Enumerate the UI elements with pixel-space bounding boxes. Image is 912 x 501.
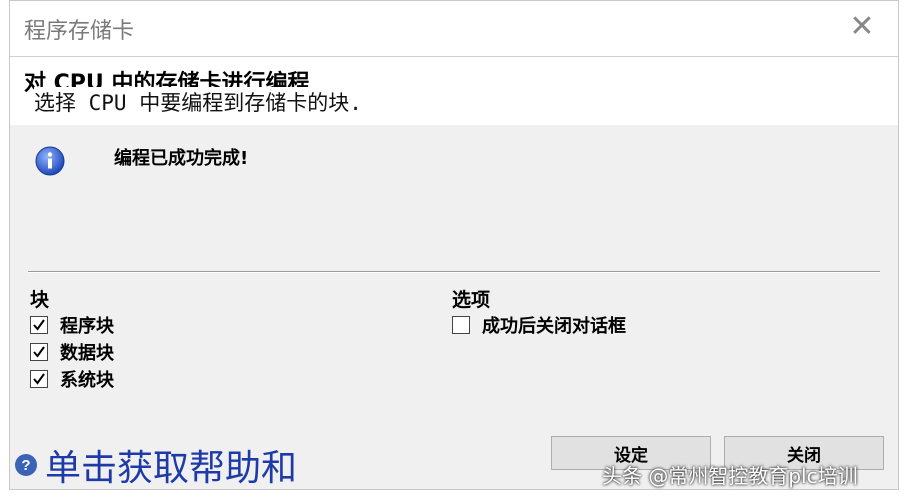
checkbox[interactable] [452, 316, 470, 334]
dialog-window: 程序存储卡 ✕ 对 CPU 中的存储卡进行编程 选择 CPU 中要编程到存储卡的… [9, 0, 899, 490]
checkbox-label: 数据块 [60, 343, 114, 364]
help-icon: ? [15, 454, 37, 476]
checkbox[interactable] [30, 316, 48, 334]
separator [28, 271, 880, 273]
checkbox-program-block[interactable]: 程序块 [30, 313, 114, 337]
window-title: 程序存储卡 [24, 19, 135, 44]
title-bar: 程序存储卡 ✕ [10, 1, 898, 57]
checkmark-icon [33, 373, 45, 385]
status-message: 编程已成功完成! [114, 148, 249, 169]
help-link[interactable]: ? 单击获取帮助和 [15, 439, 297, 491]
checkbox-label: 系统块 [60, 370, 114, 391]
checkmark-icon [33, 319, 45, 331]
options-group-title: 选项 [452, 289, 491, 311]
checkbox[interactable] [30, 343, 48, 361]
checkbox-data-block[interactable]: 数据块 [30, 340, 114, 364]
header-banner: 对 CPU 中的存储卡进行编程 选择 CPU 中要编程到存储卡的块. [10, 57, 898, 125]
watermark-text: 头条 @常州智控教育plc培训 [602, 464, 858, 488]
info-icon [35, 146, 65, 176]
blocks-group-title: 块 [30, 289, 50, 311]
checkbox-label: 程序块 [60, 316, 114, 337]
checkbox[interactable] [30, 370, 48, 388]
checkbox-label: 成功后关闭对话框 [482, 316, 626, 337]
checkbox-close-on-success[interactable]: 成功后关闭对话框 [452, 313, 626, 337]
checkmark-icon [33, 346, 45, 358]
header-subtitle: 选择 CPU 中要编程到存储卡的块. [34, 87, 370, 117]
help-link-label: 单击获取帮助和 [45, 448, 298, 489]
close-icon[interactable]: ✕ [846, 11, 878, 43]
checkbox-system-block[interactable]: 系统块 [30, 367, 114, 391]
